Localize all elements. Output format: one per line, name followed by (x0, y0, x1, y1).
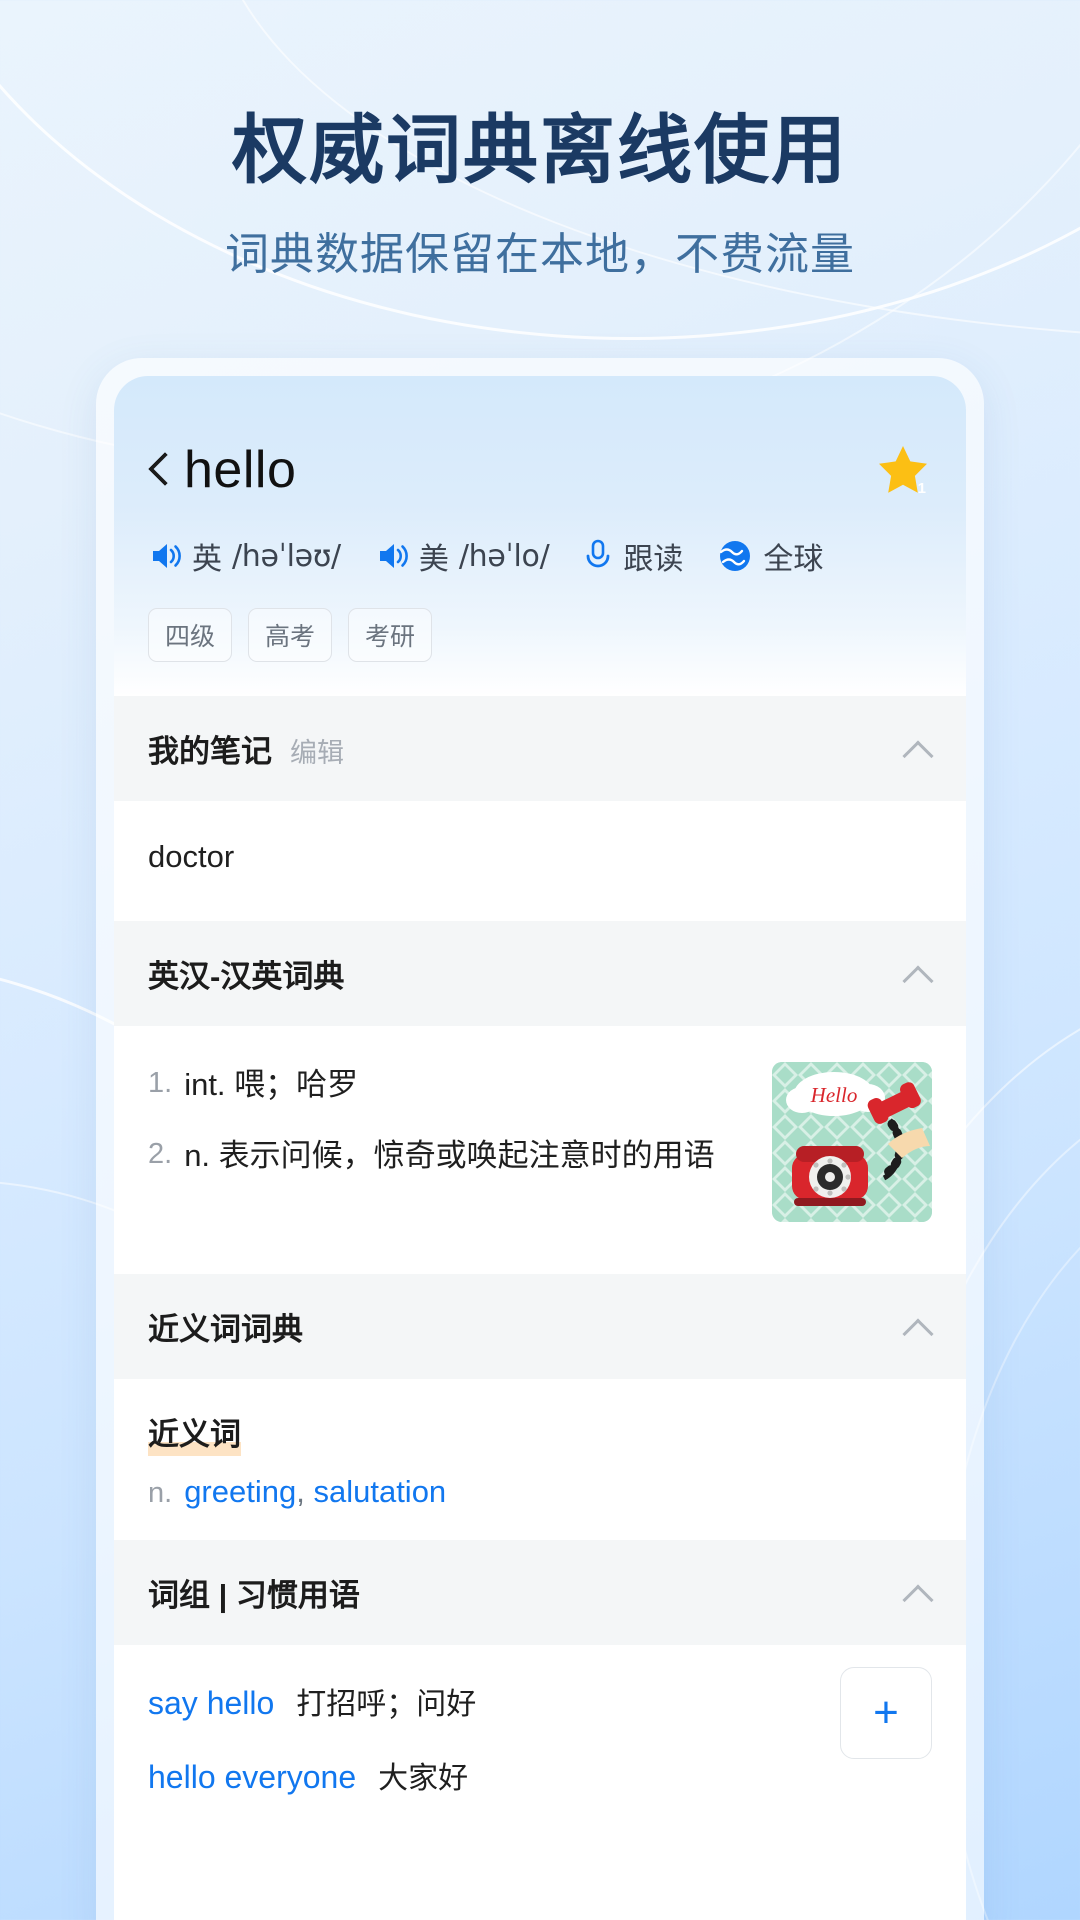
page-subtitle: 词典数据保留在本地，不费流量 (225, 230, 855, 279)
section-header-dictionary[interactable]: 英汉-汉英词典 (114, 921, 966, 1026)
exam-tag-gaokao[interactable]: 高考 (248, 608, 333, 662)
svg-text:Hello: Hello (810, 1083, 858, 1107)
word-title: hello (184, 441, 297, 499)
synonym-line: n. greeting, salutation (148, 1474, 932, 1510)
definition-item: 1. int. 喂；哈罗 (148, 1062, 748, 1109)
section-title-synonyms: 近义词词典 (148, 1312, 303, 1347)
title-left-group: hello (148, 440, 296, 500)
phrase-english[interactable]: hello everyone (148, 1759, 356, 1796)
section-header-notes-left: 我的笔记 编辑 (148, 726, 344, 771)
synonym-word-link[interactable]: greeting (184, 1474, 296, 1509)
pronunciation-uk-ipa: /həˈləʊ/ (232, 538, 341, 574)
synonym-word-link[interactable]: salutation (313, 1474, 446, 1509)
chevron-up-icon[interactable] (904, 965, 932, 983)
pronunciation-us-ipa: /həˈlo/ (458, 538, 550, 574)
title-row: hello 1 (148, 440, 932, 500)
pronunciation-uk[interactable]: 英 /həˈləʊ/ (148, 534, 341, 578)
pronunciation-uk-region: 英 (192, 543, 222, 576)
section-body-synonyms: 近义词 n. greeting, salutation (114, 1379, 966, 1540)
globe-icon (717, 538, 753, 574)
promo-headline-block: 权威词典离线使用 词典数据保留在本地，不费流量 (0, 108, 1080, 282)
chevron-up-icon[interactable] (904, 740, 932, 758)
section-title-dictionary: 英汉-汉英词典 (148, 959, 345, 994)
hello-telephone-illustration: Hello (772, 1062, 932, 1222)
exam-tag-cet4[interactable]: 四级 (148, 608, 233, 662)
phone-screen: hello 1 英 /həˈləʊ/ 美 /həˈlo/ 跟读 全球 四级 高考… (114, 376, 966, 1920)
definition-meaning: 表示问候，惊奇或唤起注意时的用语 (218, 1137, 715, 1173)
exam-tag-row: 四级 高考 考研 (148, 608, 932, 696)
section-title-phrases: 词组 | 习惯用语 (148, 1578, 360, 1613)
section-header-synonyms[interactable]: 近义词词典 (114, 1274, 966, 1379)
chevron-up-icon[interactable] (904, 1584, 932, 1602)
add-phrase-button[interactable]: + (840, 1667, 932, 1759)
edit-note-button[interactable]: 编辑 (290, 731, 344, 770)
list-item[interactable]: say hello 打招呼；问好 (148, 1679, 932, 1723)
global-button[interactable]: 全球 (717, 534, 823, 578)
phone-mockup: hello 1 英 /həˈləʊ/ 美 /həˈlo/ 跟读 全球 四级 高考… (96, 358, 984, 1920)
section-header-synonyms-left: 近义词词典 (148, 1304, 303, 1349)
definition-pos: int. (184, 1067, 226, 1102)
speaker-icon (375, 539, 409, 573)
follow-read-button[interactable]: 跟读 (583, 534, 683, 578)
chevron-left-icon[interactable] (148, 451, 170, 489)
entry-header: hello 1 英 /həˈləʊ/ 美 /həˈlo/ 跟读 全球 四级 高考… (114, 376, 966, 696)
favorite-count: 1 (917, 480, 926, 497)
synonym-pos: n. (148, 1477, 173, 1509)
synonym-words: greeting, salutation (184, 1474, 446, 1510)
definition-number: 2. (148, 1137, 173, 1170)
phrase-english[interactable]: say hello (148, 1685, 274, 1722)
definition-number: 1. (148, 1067, 173, 1099)
definition-list: 1. int. 喂；哈罗 2. n. 表示问候，惊奇或唤起注意时的用语 (148, 1062, 748, 1222)
microphone-icon (583, 538, 613, 574)
definition-text-wrap: int. 喂；哈罗 (184, 1062, 358, 1109)
pronunciation-us-region: 美 (418, 543, 449, 576)
section-body-dictionary: 1. int. 喂；哈罗 2. n. 表示问候，惊奇或唤起注意时的用语 Hell… (114, 1026, 966, 1274)
star-icon[interactable]: 1 (874, 441, 932, 499)
definition-text-wrap: n. 表示问候，惊奇或唤起注意时的用语 (184, 1133, 714, 1180)
note-content: doctor (148, 839, 235, 874)
section-body-phrases: + say hello 打招呼；问好 hello everyone 大家好 (114, 1645, 966, 1817)
section-header-notes[interactable]: 我的笔记 编辑 (114, 696, 966, 801)
speaker-icon (148, 539, 182, 573)
section-header-phrases[interactable]: 词组 | 习惯用语 (114, 1540, 966, 1645)
synonym-label: 近义词 (148, 1409, 241, 1456)
definition-meaning: 喂；哈罗 (234, 1067, 359, 1102)
section-title-notes: 我的笔记 (148, 734, 272, 769)
definition-item: 2. n. 表示问候，惊奇或唤起注意时的用语 (148, 1133, 748, 1180)
follow-read-label: 跟读 (623, 543, 684, 576)
definition-pos: n. (184, 1137, 211, 1173)
section-header-phrases-left: 词组 | 习惯用语 (148, 1570, 360, 1615)
synonym-separator: , (296, 1474, 305, 1509)
list-item[interactable]: hello everyone 大家好 (148, 1753, 932, 1797)
exam-tag-kaoyan[interactable]: 考研 (348, 608, 433, 662)
section-body-notes: doctor (114, 801, 966, 921)
phrase-chinese: 大家好 (378, 1762, 469, 1795)
chevron-up-icon[interactable] (904, 1318, 932, 1336)
global-label: 全球 (763, 543, 824, 576)
pronunciation-row: 英 /həˈləʊ/ 美 /həˈlo/ 跟读 全球 (148, 534, 932, 578)
phrase-chinese: 打招呼；问好 (296, 1688, 477, 1721)
pronunciation-us[interactable]: 美 /həˈlo/ (375, 534, 550, 578)
section-header-dictionary-left: 英汉-汉英词典 (148, 951, 344, 996)
page-title: 权威词典离线使用 (231, 108, 848, 192)
